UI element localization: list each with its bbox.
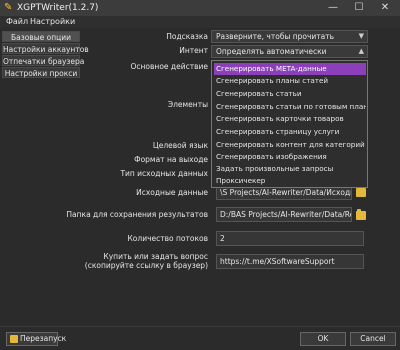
dropdown-item[interactable]: Сгенерировать планы статей [214, 75, 366, 87]
target-language-label: Целевой язык [152, 141, 208, 150]
menu-settings[interactable]: Настройки [30, 16, 75, 28]
elements-label: Элементы [167, 100, 208, 109]
dropdown-item[interactable]: Сгенерировать карточки товаров [214, 113, 366, 125]
folder-icon[interactable] [356, 186, 366, 197]
restart-label: Перезапуск [20, 334, 67, 343]
app-logo-icon: ✎ [4, 2, 13, 13]
dropdown-item[interactable]: Задать произвольные запросы [214, 163, 366, 175]
sidebar-item-fingerprints[interactable]: Отпечатки браузера [2, 55, 84, 66]
dropdown-item[interactable]: Сгенерировать META-данные [214, 63, 366, 75]
dropdown-item[interactable]: Сгенерировать статьи [214, 88, 366, 100]
results-folder-field[interactable]: D:/BAS Projects/AI-Rewriter/Data/Results [216, 207, 352, 222]
chevron-up-icon: ▲ [358, 47, 364, 55]
sidebar: Базовые опции Настройки аккаунтов Отпеча… [0, 28, 89, 324]
dropdown-item[interactable]: Сгенерировать статьи по готовым планам [214, 101, 366, 113]
menu-file[interactable]: Файл [6, 16, 28, 28]
folder-icon[interactable] [356, 209, 366, 220]
sidebar-item-basic-options[interactable]: Базовые опции [2, 31, 80, 42]
restart-icon [10, 335, 18, 343]
threads-label: Количество потоков [127, 234, 208, 243]
chevron-down-icon: ▼ [358, 32, 364, 40]
dropdown-item[interactable]: Сгенерировать изображения [214, 151, 366, 163]
title-bar: ✎ XGPTWriter(1.2.7) — ☐ ✕ [0, 0, 400, 16]
cancel-button[interactable]: Cancel [350, 332, 396, 346]
threads-field[interactable]: 2 [216, 231, 364, 246]
intent-value: Определять автоматически [216, 47, 327, 56]
menu-bar: Файл Настройки [0, 16, 400, 28]
maximize-button[interactable]: ☐ [346, 0, 372, 16]
hint-combo[interactable]: Разверните, чтобы прочитать ▼ [211, 30, 368, 43]
dropdown-item[interactable]: Проксичекер [214, 175, 366, 187]
restart-button[interactable]: Перезапуск [6, 332, 66, 346]
hint-label: Подсказка [166, 32, 208, 41]
action-dropdown-list: Сгенерировать META-данные Сгенерировать … [211, 60, 368, 188]
source-type-label: Тип исходных данных [120, 169, 208, 178]
hint-value: Разверните, чтобы прочитать [216, 32, 335, 41]
intent-combo[interactable]: Определять автоматически ▲ [211, 45, 368, 58]
intent-label: Интент [179, 46, 208, 55]
window-title: XGPTWriter(1.2.7) [17, 3, 99, 13]
ok-button[interactable]: OK [300, 332, 346, 346]
labels-column: Подсказка Интент Основное действие Элеме… [66, 28, 208, 326]
dropdown-item[interactable]: Сгенерировать контент для категорий [214, 139, 366, 151]
support-link-field[interactable]: https://t.me/XSoftwareSupport [216, 254, 364, 269]
source-data-label: Исходные данные [136, 188, 208, 197]
sidebar-item-proxy[interactable]: Настройки прокси [2, 67, 80, 78]
dropdown-item[interactable]: Сгенерировать страницу услуги [214, 126, 366, 138]
bottom-bar: Перезапуск OK Cancel [0, 326, 400, 350]
close-button[interactable]: ✕ [372, 0, 398, 16]
sidebar-item-accounts[interactable]: Настройки аккаунтов [2, 43, 89, 54]
minimize-button[interactable]: — [320, 0, 346, 16]
main-action-label: Основное действие [130, 62, 208, 71]
buy-label-line2: (скопируйте ссылку в браузер) [84, 261, 208, 270]
output-format-label: Формат на выходе [134, 155, 208, 164]
results-folder-label: Папка для сохранения результатов [66, 210, 208, 219]
